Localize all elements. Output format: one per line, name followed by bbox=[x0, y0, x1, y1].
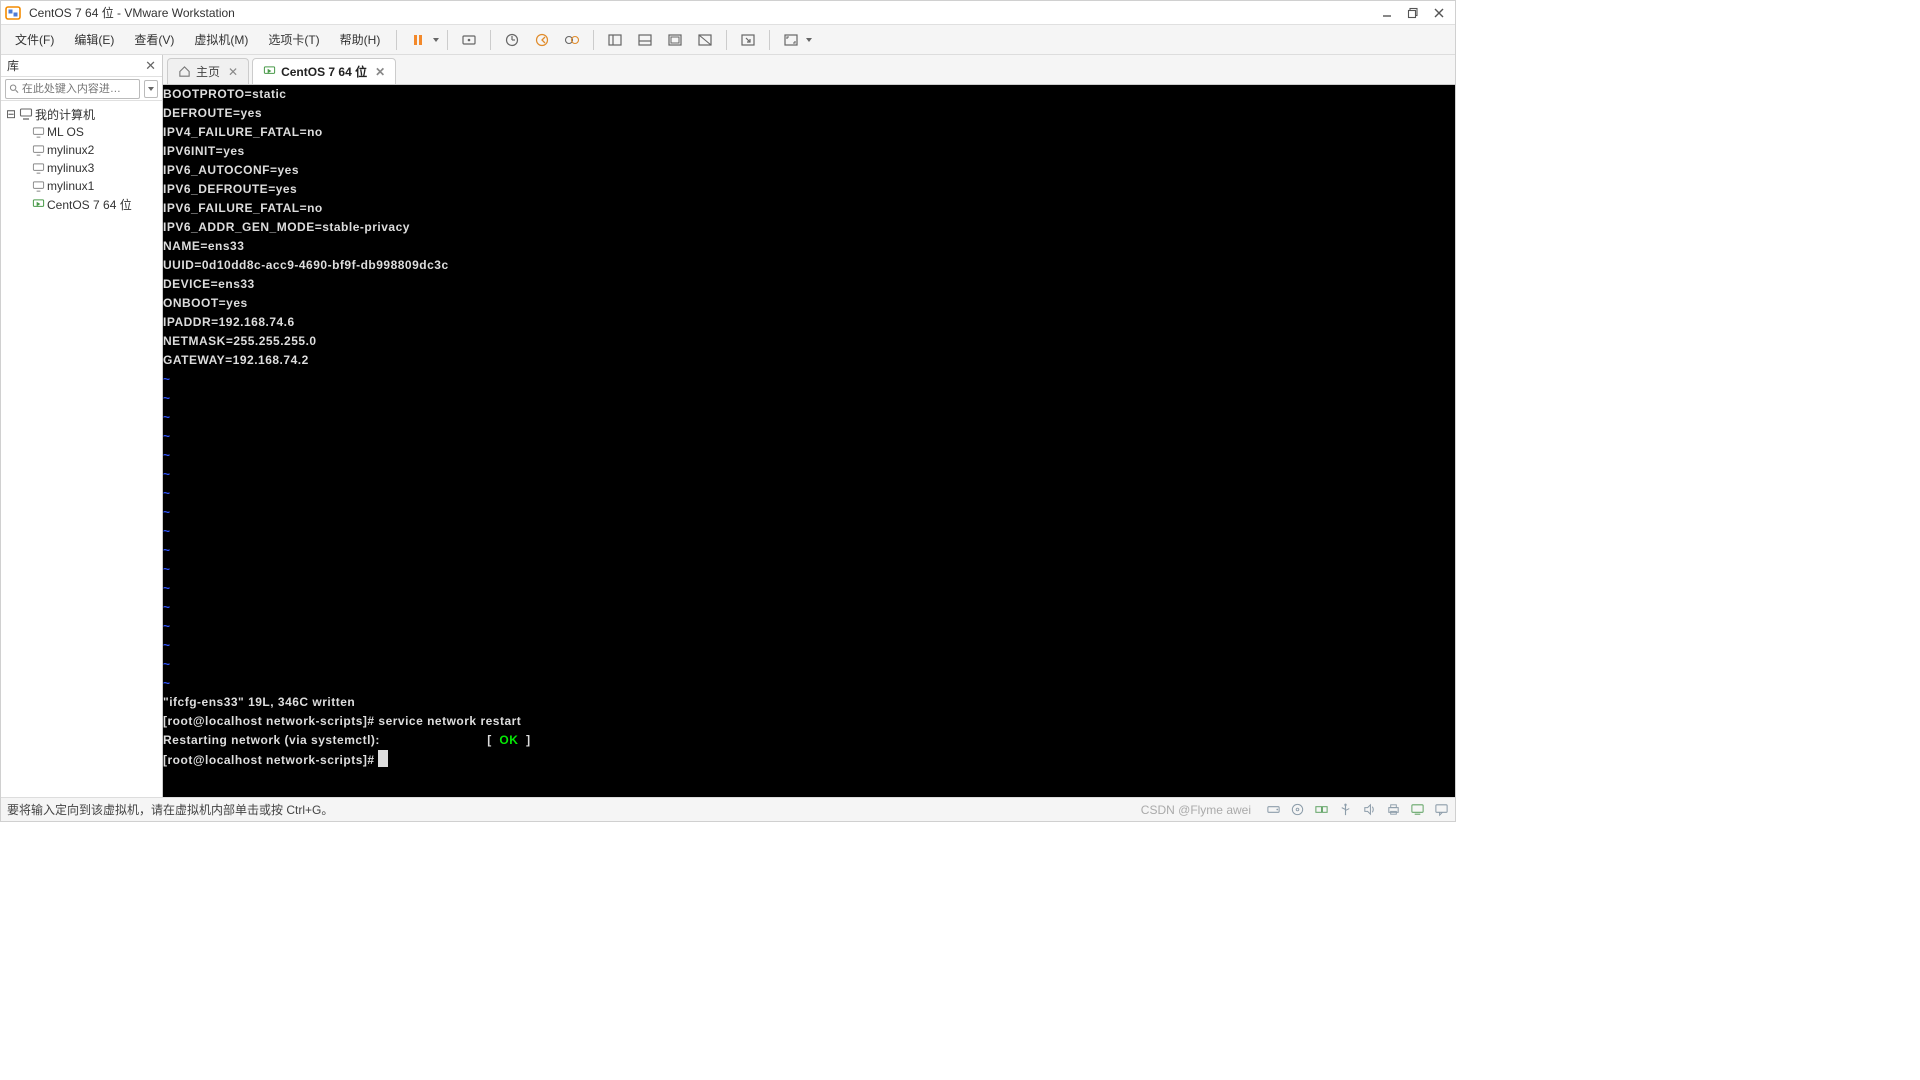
tree-item-mylinux1[interactable]: mylinux1 bbox=[3, 177, 160, 195]
vm-running-icon bbox=[31, 197, 45, 211]
power-dropdown[interactable] bbox=[431, 36, 441, 44]
sidebar-close-icon[interactable]: ✕ bbox=[145, 58, 156, 74]
snapshot-manager-icon[interactable] bbox=[559, 27, 585, 53]
search-dropdown[interactable] bbox=[144, 80, 158, 98]
vm-icon bbox=[31, 143, 45, 157]
tab-label: CentOS 7 64 位 bbox=[281, 63, 367, 80]
fullscreen-icon[interactable] bbox=[778, 27, 804, 53]
tree-item-label: ML OS bbox=[47, 125, 84, 139]
expand-toggle-icon[interactable]: ⊟ bbox=[5, 107, 17, 121]
vmware-app-icon bbox=[5, 5, 21, 21]
cd-dvd-icon[interactable] bbox=[1289, 802, 1305, 818]
separator bbox=[726, 30, 727, 50]
tree-root-my-computer[interactable]: ⊟ 我的计算机 bbox=[3, 105, 160, 123]
sidebar-header: 库 ✕ bbox=[1, 55, 162, 77]
menu-view[interactable]: 查看(V) bbox=[124, 27, 184, 52]
tree-item-centos7[interactable]: CentOS 7 64 位 bbox=[3, 195, 160, 213]
fullscreen-dropdown[interactable] bbox=[804, 36, 814, 44]
tree-item-label: mylinux3 bbox=[47, 161, 94, 175]
terminal-view[interactable]: BOOTPROTO=staticDEFROUTE=yesIPV4_FAILURE… bbox=[163, 85, 1455, 797]
tree-item-mylinux3[interactable]: mylinux3 bbox=[3, 159, 160, 177]
tree-item-mlos[interactable]: ML OS bbox=[3, 123, 160, 141]
tree-item-mylinux2[interactable]: mylinux2 bbox=[3, 141, 160, 159]
menu-edit[interactable]: 编辑(E) bbox=[64, 27, 124, 52]
library-sidebar: 库 ✕ ⊟ 我的计算机 ML OS bbox=[1, 55, 163, 797]
tab-centos7[interactable]: CentOS 7 64 位 ✕ bbox=[252, 58, 396, 84]
restore-button[interactable] bbox=[1405, 5, 1421, 21]
watermark-text: CSDN @Flyme awei bbox=[1141, 803, 1251, 817]
display-icon[interactable] bbox=[1409, 802, 1425, 818]
computer-icon bbox=[19, 107, 33, 121]
minimize-button[interactable] bbox=[1379, 5, 1395, 21]
sound-card-icon[interactable] bbox=[1361, 802, 1377, 818]
tab-bar: 主页 ✕ CentOS 7 64 位 ✕ bbox=[163, 55, 1455, 85]
vm-icon bbox=[31, 179, 45, 193]
main-area: 主页 ✕ CentOS 7 64 位 ✕ BOOTPROTO=staticDEF… bbox=[163, 55, 1455, 797]
tab-close-icon[interactable]: ✕ bbox=[228, 65, 238, 79]
tree-item-label: CentOS 7 64 位 bbox=[47, 196, 132, 213]
search-input[interactable] bbox=[22, 83, 136, 95]
pause-button[interactable] bbox=[405, 27, 431, 53]
separator bbox=[490, 30, 491, 50]
show-console-icon[interactable] bbox=[662, 27, 688, 53]
vm-icon bbox=[31, 161, 45, 175]
vm-tree: ⊟ 我的计算机 ML OS mylinux2 mylinux3 bbox=[1, 101, 162, 797]
close-button[interactable] bbox=[1431, 5, 1447, 21]
search-icon bbox=[9, 83, 19, 94]
sidebar-title: 库 bbox=[7, 57, 19, 74]
unity-mode-icon[interactable] bbox=[735, 27, 761, 53]
menu-file[interactable]: 文件(F) bbox=[5, 27, 64, 52]
tab-close-icon[interactable]: ✕ bbox=[375, 65, 385, 79]
tab-label: 主页 bbox=[196, 63, 220, 80]
network-adapter-icon[interactable] bbox=[1313, 802, 1329, 818]
home-icon bbox=[178, 65, 191, 78]
tree-root-label: 我的计算机 bbox=[35, 106, 95, 123]
menu-tabs[interactable]: 选项卡(T) bbox=[258, 27, 329, 52]
tree-item-label: mylinux1 bbox=[47, 179, 94, 193]
status-bar: 要将输入定向到该虚拟机，请在虚拟机内部单击或按 Ctrl+G。 CSDN @Fl… bbox=[1, 797, 1455, 821]
search-box[interactable] bbox=[5, 79, 140, 99]
vm-icon bbox=[31, 125, 45, 139]
tree-item-label: mylinux2 bbox=[47, 143, 94, 157]
send-ctrl-alt-del-icon[interactable] bbox=[456, 27, 482, 53]
status-text: 要将输入定向到该虚拟机，请在虚拟机内部单击或按 Ctrl+G。 bbox=[7, 801, 333, 818]
show-library-icon[interactable] bbox=[602, 27, 628, 53]
separator bbox=[396, 30, 397, 50]
printer-icon[interactable] bbox=[1385, 802, 1401, 818]
separator bbox=[447, 30, 448, 50]
separator bbox=[769, 30, 770, 50]
snapshot-take-icon[interactable] bbox=[499, 27, 525, 53]
message-log-icon[interactable] bbox=[1433, 802, 1449, 818]
separator bbox=[593, 30, 594, 50]
vm-running-icon bbox=[263, 65, 276, 78]
show-thumbnail-icon[interactable] bbox=[632, 27, 658, 53]
menu-vm[interactable]: 虚拟机(M) bbox=[184, 27, 258, 52]
tab-home[interactable]: 主页 ✕ bbox=[167, 58, 249, 84]
menu-help[interactable]: 帮助(H) bbox=[330, 27, 391, 52]
hard-disk-icon[interactable] bbox=[1265, 802, 1281, 818]
snapshot-revert-icon[interactable] bbox=[529, 27, 555, 53]
window-title: CentOS 7 64 位 - VMware Workstation bbox=[29, 4, 1379, 21]
title-bar: CentOS 7 64 位 - VMware Workstation bbox=[1, 1, 1455, 25]
stretch-guest-icon[interactable] bbox=[692, 27, 718, 53]
menubar: 文件(F) 编辑(E) 查看(V) 虚拟机(M) 选项卡(T) 帮助(H) bbox=[1, 25, 1455, 55]
usb-controller-icon[interactable] bbox=[1337, 802, 1353, 818]
